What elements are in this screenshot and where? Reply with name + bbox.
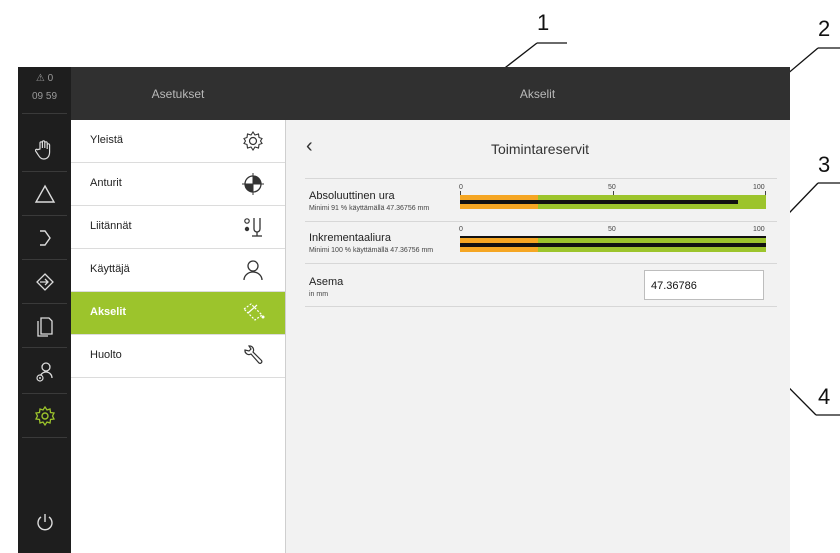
settings-header: Asetukset: [71, 67, 285, 120]
menu-item-label: Liitännät: [90, 220, 132, 232]
absolute-track-title: Absoluuttinen ura: [309, 190, 395, 202]
scale-label-50: 50: [608, 184, 616, 191]
sensor-icon: [242, 173, 264, 195]
column-divider: [285, 120, 286, 553]
menu-item-label: Yleistä: [90, 134, 124, 146]
arrow-right-icon[interactable]: [18, 217, 71, 259]
power-icon[interactable]: [18, 501, 71, 543]
menu-item-service[interactable]: Huolto: [71, 335, 285, 378]
position-input[interactable]: 47.36786: [644, 270, 764, 300]
menu-item-connections[interactable]: Liitännät: [71, 206, 285, 249]
content-panel: [285, 120, 790, 553]
page-title: Toimintareservit: [490, 141, 590, 157]
connections-icon: [244, 218, 262, 237]
bar-tick: [765, 191, 766, 195]
scale-label-0: 0: [459, 184, 463, 191]
back-button[interactable]: ‹: [306, 135, 313, 158]
menu-item-label: Käyttäjä: [90, 263, 130, 275]
menu-item-label: Huolto: [90, 349, 122, 361]
scale-label-0: 0: [459, 226, 463, 233]
gear-icon: [243, 131, 263, 151]
warning-counter: ⚠ 0: [35, 73, 54, 84]
signin-icon[interactable]: [18, 261, 71, 303]
bar-level: [460, 200, 738, 204]
incremental-track-title: Inkrementaaliura: [309, 232, 391, 244]
menu-item-label: Anturit: [90, 177, 122, 189]
axes-header: Akselit: [285, 67, 790, 120]
incremental-track-subtitle: Minimi 100 % käyttämällä 47.36756 mm: [309, 247, 434, 254]
menu-item-axes[interactable]: Akselit: [71, 292, 285, 335]
menu-item-sensors[interactable]: Anturit: [71, 163, 285, 206]
user-settings-icon[interactable]: [18, 351, 71, 393]
menu-item-label: Akselit: [90, 306, 127, 318]
delta-icon[interactable]: [18, 173, 71, 215]
menu-item-general[interactable]: Yleistä: [71, 120, 285, 163]
absolute-track-bar: [460, 191, 766, 209]
file-icon[interactable]: [18, 305, 71, 347]
bar-level: [460, 243, 766, 247]
bar-tick: [613, 191, 614, 195]
settings-menu: Yleistä Anturit Liitännät Käyttäjä Aksel…: [71, 120, 285, 553]
left-rail: ⚠ 0 09 59: [18, 67, 71, 553]
scale-label-50: 50: [608, 226, 616, 233]
row-separator: [305, 263, 777, 264]
position-unit: in mm: [309, 291, 329, 298]
row-separator: [305, 178, 777, 179]
position-label: Asema: [309, 276, 344, 288]
clock: 09 59: [31, 91, 58, 102]
axes-icon: [243, 303, 265, 321]
scale-label-100: 100: [753, 226, 765, 233]
scale-label-100: 100: [753, 184, 765, 191]
wrench-icon: [244, 345, 263, 364]
active-item-pointer: [276, 302, 285, 318]
incremental-track-bar: [460, 236, 766, 252]
user-icon: [243, 260, 263, 281]
manual-mode-icon[interactable]: [18, 129, 71, 171]
settings-gear-icon[interactable]: [18, 395, 71, 437]
menu-item-user[interactable]: Käyttäjä: [71, 249, 285, 292]
row-separator: [305, 306, 777, 307]
row-separator: [305, 221, 777, 222]
absolute-track-subtitle: Minimi 91 % käyttämällä 47.36756 mm: [309, 205, 430, 212]
bar-tick: [460, 191, 461, 195]
